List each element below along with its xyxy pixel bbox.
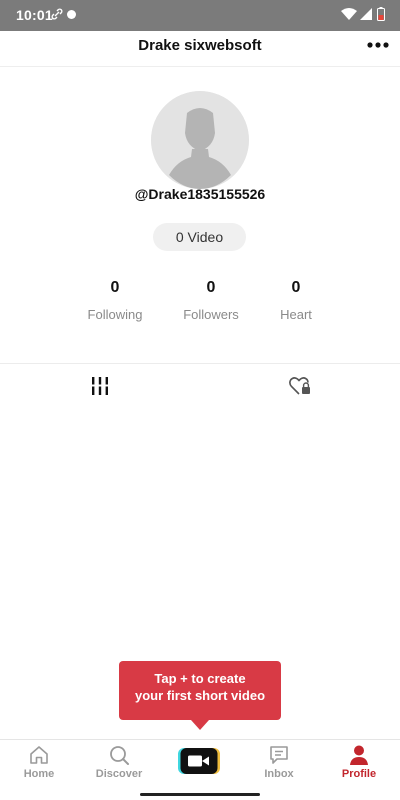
page-title: Drake sixwebsoft bbox=[138, 37, 262, 54]
heart-label: Heart bbox=[280, 307, 312, 322]
video-count-badge[interactable]: 0 Video bbox=[153, 223, 246, 251]
nav-inbox-label: Inbox bbox=[264, 768, 294, 780]
home-icon bbox=[30, 746, 48, 764]
circle-status-icon bbox=[67, 10, 76, 19]
nav-home[interactable]: Home bbox=[4, 744, 74, 780]
username: @Drake1835155526 bbox=[134, 186, 266, 202]
create-video-tooltip[interactable]: Tap + to create your first short video bbox=[119, 661, 281, 730]
more-horizontal-icon[interactable] bbox=[366, 37, 390, 53]
default-avatar-icon bbox=[151, 91, 249, 189]
wifi-icon bbox=[341, 8, 357, 20]
nav-profile-label: Profile bbox=[341, 768, 377, 780]
tooltip-line-2: your first short video bbox=[134, 688, 266, 703]
nav-discover[interactable]: Discover bbox=[84, 744, 154, 780]
nav-profile[interactable]: Profile bbox=[324, 744, 394, 780]
inbox-icon bbox=[270, 746, 288, 764]
home-indicator-bar bbox=[0, 787, 400, 800]
profile-header: Drake sixwebsoft bbox=[0, 31, 400, 67]
battery-icon bbox=[377, 7, 385, 21]
profile-icon bbox=[350, 745, 368, 765]
home-indicator[interactable] bbox=[140, 793, 260, 796]
stat-following[interactable]: 0 Following bbox=[70, 279, 160, 322]
avatar[interactable] bbox=[151, 91, 249, 189]
status-bar: 10:01 bbox=[0, 0, 400, 31]
stat-heart[interactable]: 0 Heart bbox=[251, 279, 341, 322]
tooltip-arrow bbox=[191, 720, 209, 730]
following-count: 0 bbox=[110, 279, 120, 296]
nav-home-label: Home bbox=[23, 768, 55, 780]
link-icon bbox=[51, 8, 63, 20]
liked-lock-icon[interactable] bbox=[289, 376, 311, 396]
create-video-button[interactable] bbox=[178, 747, 220, 775]
grid-columns-icon[interactable] bbox=[90, 376, 110, 396]
nav-discover-label: Discover bbox=[95, 768, 143, 780]
following-label: Following bbox=[87, 307, 143, 322]
status-time: 10:01 bbox=[16, 7, 53, 23]
followers-label: Followers bbox=[183, 307, 239, 322]
stat-followers[interactable]: 0 Followers bbox=[166, 279, 256, 322]
signal-icon bbox=[360, 8, 372, 20]
tooltip-line-1: Tap + to create bbox=[154, 671, 246, 686]
heart-count: 0 bbox=[291, 279, 301, 296]
nav-inbox[interactable]: Inbox bbox=[244, 744, 314, 780]
followers-count: 0 bbox=[206, 279, 216, 296]
search-icon bbox=[110, 746, 129, 765]
divider bbox=[0, 363, 400, 364]
